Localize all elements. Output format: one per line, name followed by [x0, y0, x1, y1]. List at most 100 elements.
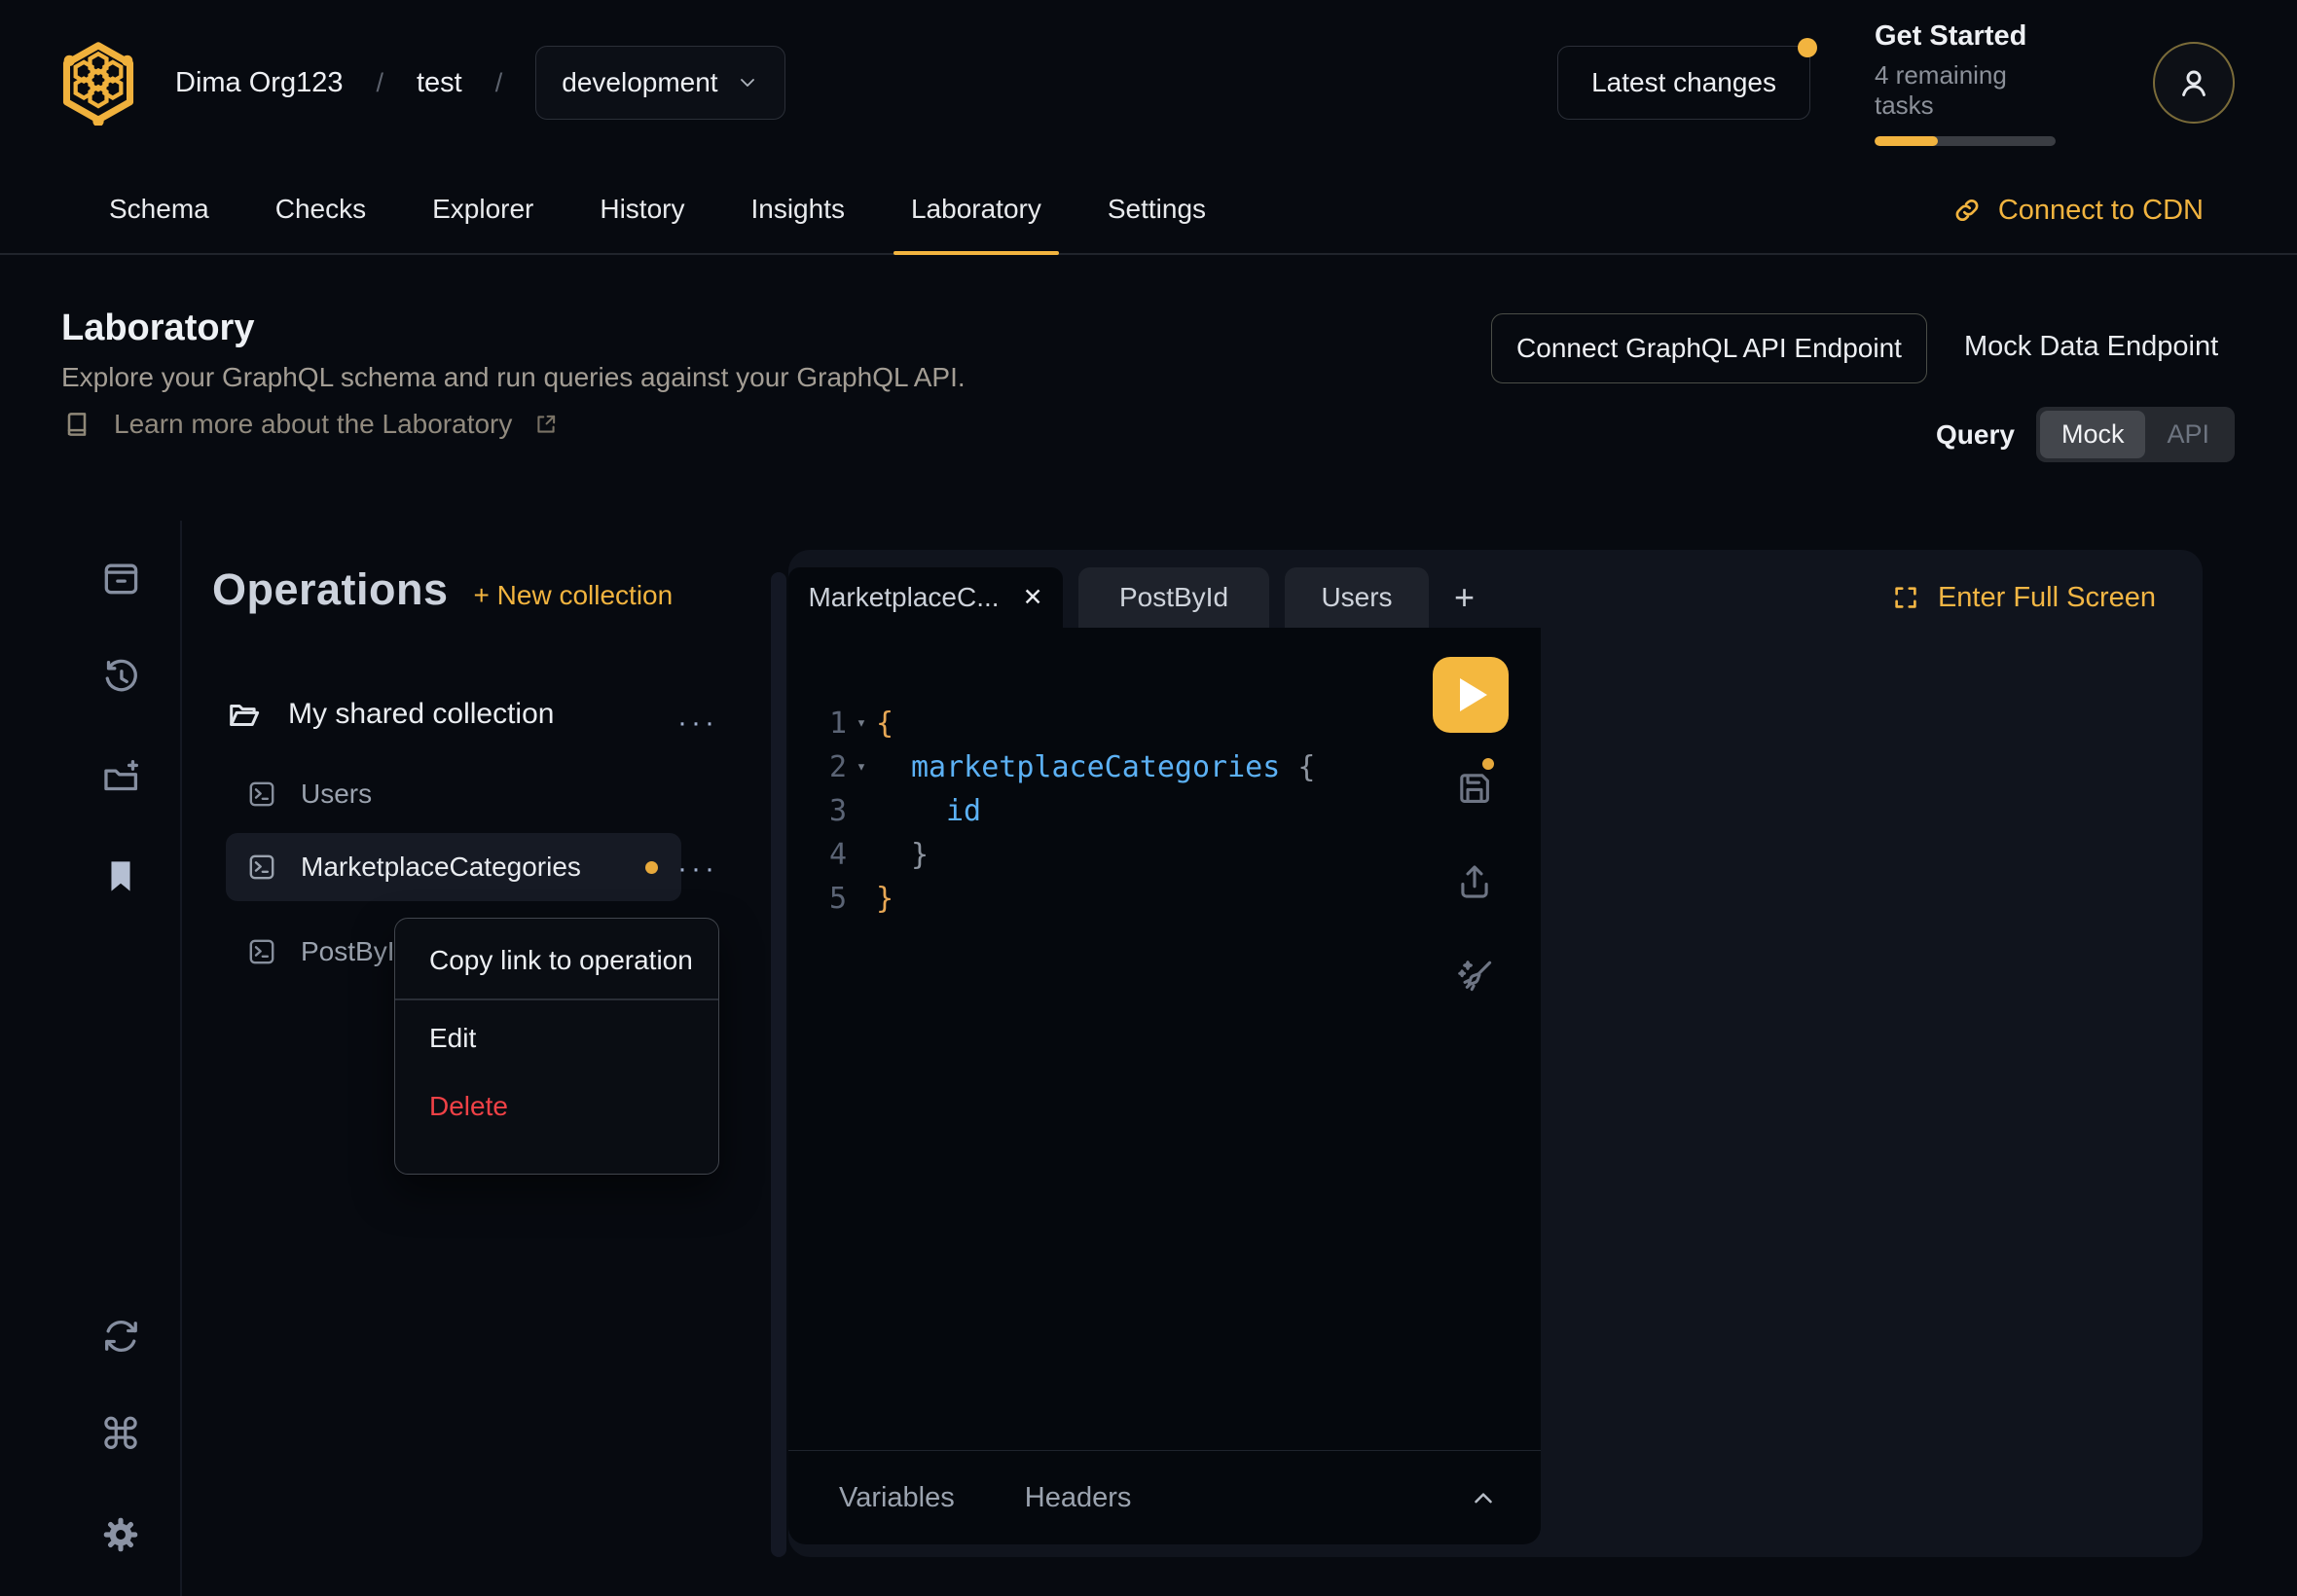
- operation-context-menu: Copy link to operation Edit Delete: [394, 918, 719, 1175]
- operation-icon: [246, 936, 277, 967]
- save-icon: [1453, 767, 1496, 810]
- response-area: [1541, 628, 2203, 1557]
- operation-menu-button[interactable]: ···: [677, 852, 718, 886]
- variables-tab[interactable]: Variables: [839, 1482, 955, 1514]
- connect-graphql-endpoint-button[interactable]: Connect GraphQL API Endpoint: [1491, 313, 1927, 383]
- latest-changes-label: Latest changes: [1591, 67, 1776, 97]
- collapse-chevron-up-icon[interactable]: [1469, 1484, 1498, 1513]
- operation-row-users[interactable]: Users: [246, 779, 372, 810]
- latest-changes-button[interactable]: Latest changes: [1557, 46, 1810, 120]
- tab-checks[interactable]: Checks: [242, 165, 399, 253]
- tab-schema[interactable]: Schema: [76, 165, 242, 253]
- editor-tab-label: MarketplaceC...: [808, 582, 999, 613]
- fold-arrow-icon[interactable]: ▾: [847, 745, 876, 789]
- environment-selector[interactable]: development: [535, 46, 784, 120]
- menu-item-copy-link[interactable]: Copy link to operation: [395, 926, 718, 995]
- play-icon: [1460, 678, 1487, 711]
- editor-tab-label: Users: [1321, 582, 1392, 613]
- hive-logo-icon[interactable]: [58, 40, 138, 126]
- query-mode-mock[interactable]: Mock: [2040, 411, 2146, 458]
- book-icon: [61, 409, 92, 440]
- connect-to-cdn-label: Connect to CDN: [1998, 195, 2204, 227]
- editor-tab-postbyid[interactable]: PostById: [1078, 567, 1269, 628]
- folder-plus-icon: [99, 755, 142, 798]
- tab-settings[interactable]: Settings: [1075, 165, 1239, 253]
- operations-title: Operations: [212, 564, 449, 615]
- query-editor[interactable]: 1 ▾ { 2 ▾ marketplaceCategories { 3 id 4…: [788, 628, 1541, 1450]
- query-mode-toggle: Mock API: [2036, 407, 2235, 462]
- page-subtitle: Explore your GraphQL schema and run quer…: [61, 362, 966, 393]
- rail-bookmarks-button[interactable]: [99, 854, 142, 897]
- code-token: marketplaceCategories: [876, 745, 1280, 789]
- connect-to-cdn-link[interactable]: Connect to CDN: [1951, 165, 2204, 255]
- nav-tab-list: Schema Checks Explorer History Insights …: [0, 165, 1239, 253]
- prettify-query-button[interactable]: [1453, 955, 1496, 998]
- breadcrumb-separator: /: [495, 68, 503, 98]
- code-line: 2 ▾ marketplaceCategories {: [788, 745, 1541, 789]
- chevron-down-icon: [736, 71, 759, 94]
- notification-dot: [1798, 38, 1817, 57]
- line-number: 3: [788, 789, 847, 833]
- folder-open-icon: [226, 696, 263, 733]
- query-mode-api[interactable]: API: [2145, 411, 2231, 458]
- breadcrumb-project[interactable]: test: [417, 67, 462, 99]
- editor-tab-users[interactable]: Users: [1285, 567, 1429, 628]
- save-operation-button[interactable]: [1453, 767, 1496, 810]
- get-started-progressbar: [1875, 136, 2056, 146]
- rail-docs-button[interactable]: [99, 557, 142, 599]
- new-collection-button[interactable]: + New collection: [474, 580, 674, 611]
- close-icon[interactable]: ✕: [1023, 583, 1043, 612]
- breadcrumb-org[interactable]: Dima Org123: [175, 67, 343, 99]
- learn-more-link[interactable]: Learn more about the Laboratory: [61, 409, 559, 440]
- menu-item-delete[interactable]: Delete: [395, 1072, 718, 1141]
- editor-tab-marketplace[interactable]: MarketplaceC... ✕: [788, 567, 1063, 628]
- user-avatar[interactable]: [2153, 42, 2235, 124]
- code-line: 3 id: [788, 789, 1541, 833]
- operations-scrollbar[interactable]: [771, 572, 786, 1557]
- tab-explorer[interactable]: Explorer: [399, 165, 566, 253]
- link-icon: [1951, 195, 1983, 226]
- user-icon: [2172, 61, 2215, 104]
- operation-label: Users: [301, 779, 372, 810]
- operations-header: Operations + New collection: [212, 564, 673, 615]
- menu-divider: [395, 998, 718, 1000]
- rail-settings-button[interactable]: [99, 1513, 142, 1556]
- code-line: 4 }: [788, 833, 1541, 877]
- tab-laboratory[interactable]: Laboratory: [878, 165, 1075, 253]
- fullscreen-icon: [1891, 583, 1920, 612]
- query-mode-label: Query: [1936, 419, 2015, 451]
- editor-tab-label: PostById: [1119, 582, 1228, 613]
- new-tab-button[interactable]: +: [1454, 577, 1475, 618]
- archive-box-icon: [99, 557, 142, 599]
- variables-headers-bar: Variables Headers: [788, 1450, 1541, 1544]
- history-clock-icon: [99, 656, 142, 699]
- mock-data-endpoint-button[interactable]: Mock Data Endpoint: [1964, 331, 2218, 363]
- environment-selector-value: development: [562, 67, 717, 98]
- rail-shortcuts-button[interactable]: ⌘: [99, 1414, 142, 1457]
- collection-name: My shared collection: [288, 698, 554, 731]
- operation-row-post-by-id[interactable]: PostById: [246, 936, 410, 967]
- get-started-widget[interactable]: Get Started 4 remaining tasks: [1875, 20, 2060, 146]
- line-number: 4: [788, 833, 847, 877]
- headers-tab[interactable]: Headers: [1025, 1482, 1132, 1514]
- get-started-title: Get Started: [1875, 20, 2060, 53]
- menu-item-edit[interactable]: Edit: [395, 1004, 718, 1072]
- app-header: Dima Org123 / test / development Latest …: [0, 0, 2297, 165]
- query-code: 1 ▾ { 2 ▾ marketplaceCategories { 3 id 4…: [788, 628, 1541, 921]
- fold-arrow-icon[interactable]: ▾: [847, 702, 876, 745]
- tab-history[interactable]: History: [566, 165, 717, 253]
- rail-divider: [180, 521, 182, 1596]
- rail-history-button[interactable]: [99, 656, 142, 699]
- execute-query-button[interactable]: [1433, 657, 1509, 733]
- rail-refetch-button[interactable]: [99, 1315, 142, 1358]
- line-number: 2: [788, 745, 847, 789]
- share-operation-button[interactable]: [1453, 860, 1496, 903]
- enter-fullscreen-button[interactable]: Enter Full Screen: [1891, 567, 2156, 628]
- tab-insights[interactable]: Insights: [717, 165, 878, 253]
- laboratory-editor-panel: MarketplaceC... ✕ PostById Users + Enter…: [788, 550, 2203, 1557]
- target-nav: Schema Checks Explorer History Insights …: [0, 165, 2297, 255]
- collection-row[interactable]: My shared collection: [226, 696, 554, 733]
- operation-row-marketplace-categories[interactable]: MarketplaceCategories: [226, 833, 681, 901]
- rail-new-collection-button[interactable]: [99, 755, 142, 798]
- collection-menu-button[interactable]: ···: [677, 707, 718, 740]
